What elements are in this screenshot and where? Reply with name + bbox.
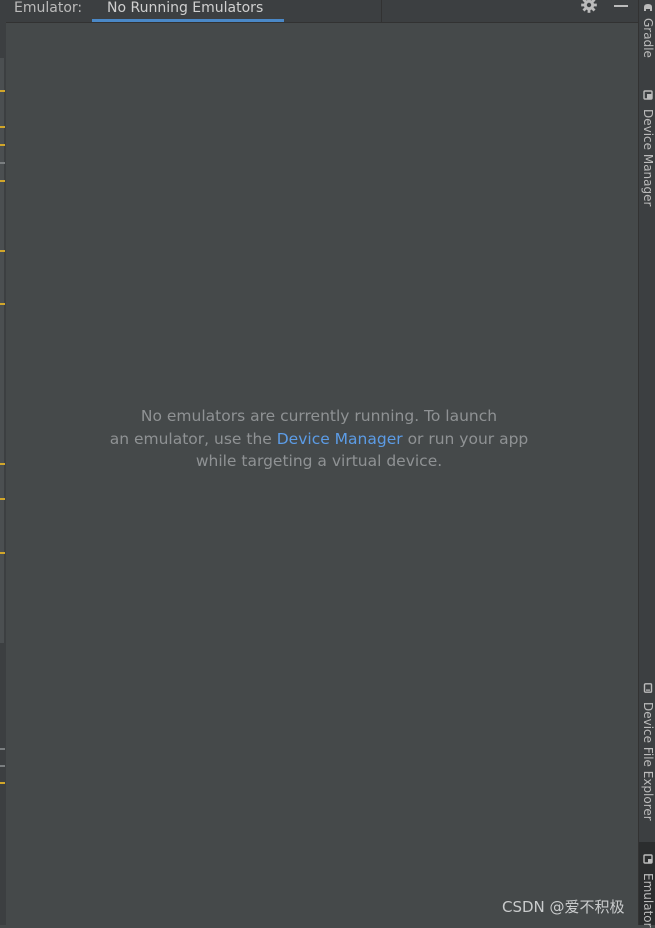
tab-underline <box>92 19 284 22</box>
message-line-2: an emulator, use the Device Manager or r… <box>100 428 538 451</box>
gutter-marker[interactable] <box>0 498 5 500</box>
emulator-icon <box>643 854 653 864</box>
header-divider <box>381 0 382 22</box>
minimize-icon[interactable] <box>614 5 628 7</box>
tab-no-running-emulators[interactable]: No Running Emulators <box>92 0 284 22</box>
device-manager-icon <box>643 90 653 100</box>
gutter-marker[interactable] <box>0 144 5 146</box>
gear-icon[interactable] <box>580 0 598 14</box>
device-file-icon <box>643 683 653 693</box>
message-text: an emulator, use the <box>110 430 277 448</box>
message-text: or run your app <box>403 430 529 448</box>
editor-gutter <box>0 0 6 925</box>
gutter-marker[interactable] <box>0 180 5 182</box>
gutter-marker[interactable] <box>0 162 5 164</box>
tool-window-title: Emulator: <box>14 0 82 18</box>
message-line-3: while targeting a virtual device. <box>100 450 538 473</box>
gutter-marker[interactable] <box>0 126 5 128</box>
right-tool-stripe: Gradle Device Manager Device File Explor… <box>638 0 655 925</box>
gutter-marker[interactable] <box>0 303 5 305</box>
gutter-marker[interactable] <box>0 463 5 465</box>
empty-state-message: No emulators are currently running. To l… <box>100 405 538 473</box>
gutter-marker[interactable] <box>0 250 5 252</box>
stripe-label-emulator: Emulator <box>641 873 655 928</box>
gutter-marker[interactable] <box>0 90 5 92</box>
tool-window-header: Emulator: No Running Emulators <box>6 0 638 23</box>
stripe-button-device-file-explorer[interactable]: Device File Explorer <box>639 678 655 828</box>
message-line-1: No emulators are currently running. To l… <box>100 405 538 428</box>
stripe-button-emulator[interactable]: Emulator <box>639 842 655 925</box>
elephant-icon <box>643 3 653 13</box>
tab-label: No Running Emulators <box>107 0 263 16</box>
stripe-label-device-file-explorer: Device File Explorer <box>641 702 655 821</box>
stripe-button-device-manager[interactable]: Device Manager <box>639 85 655 215</box>
gutter-marker[interactable] <box>0 765 5 767</box>
gutter-marker[interactable] <box>0 748 5 750</box>
watermark: CSDN @爱不积极 <box>502 896 625 917</box>
stripe-label-gradle: Gradle <box>641 18 655 58</box>
stripe-label-device-manager: Device Manager <box>641 109 655 206</box>
gutter-marker[interactable] <box>0 782 5 784</box>
device-manager-link[interactable]: Device Manager <box>277 430 403 448</box>
stripe-button-gradle[interactable]: Gradle <box>639 0 655 70</box>
gutter-marker[interactable] <box>0 552 5 554</box>
